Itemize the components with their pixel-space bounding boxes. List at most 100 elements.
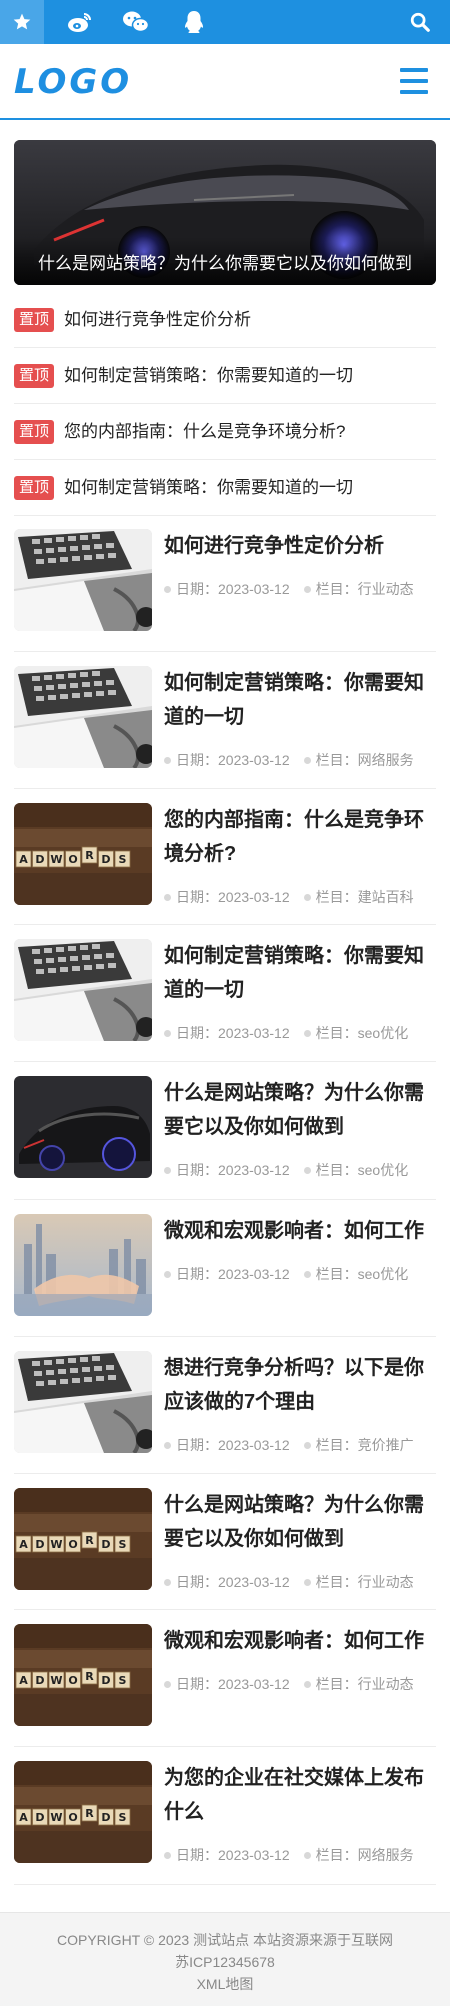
article-item[interactable]: A D W O R D S 微观和宏观影响者：如何工作 日期：2023-03-12 栏目：行业动态 [14,1610,436,1747]
article-title[interactable]: 如何进行竞争性定价分析 [164,529,436,563]
svg-text:D: D [35,1538,44,1551]
article-category[interactable]: seo优化 [358,1025,409,1041]
article-title[interactable]: 什么是网站策略？为什么你需要它以及你如何做到 [164,1488,436,1556]
article-item[interactable]: 如何制定营销策略：你需要知道的一切日期：2023-03-12 栏目：网络服务 [14,652,436,789]
hamburger-menu-icon[interactable] [400,68,428,94]
article-item[interactable]: A D W O R D S 为您的企业在社交媒体上发布什么 日期：2023-03-12 栏目：网络… [14,1747,436,1885]
banner-caption[interactable]: 什么是网站策略？为什么你需要它以及你如何做到 [14,253,436,275]
article-category[interactable]: seo优化 [358,1266,409,1282]
article-title[interactable]: 如何制定营销策略：你需要知道的一切 [164,666,436,734]
adwords-photo[interactable]: ADWORDS [14,1488,152,1590]
calendar-dot-icon [164,1166,171,1174]
pinned-item[interactable]: 置顶 如何进行竞争性定价分析 [14,292,436,348]
category-label: 栏目： [315,889,358,905]
svg-text:S: S [119,1674,127,1687]
category-label: 栏目： [315,1162,358,1178]
search-icon[interactable] [398,0,442,44]
top-bar [0,0,450,44]
article-item[interactable]: A D W O R D S 您的内部指南：什么是竞争环境分析? 日期：2023-03-12 栏目：… [14,789,436,925]
date-label: 日期： [176,1162,218,1178]
article-item[interactable]: 微观和宏观影响者：如何工作 日期：2023-03-12 栏目：seo优化 [14,1200,436,1337]
category-dot-icon [303,1680,311,1688]
category-label: 栏目： [315,752,358,768]
pinned-title[interactable]: 您的内部指南：什么是竞争环境分析? [64,418,345,446]
article-date: 2023-03-12 [218,1025,290,1041]
adwords-photo[interactable]: ADWORDS [14,1624,152,1726]
svg-text:W: W [50,1674,62,1687]
svg-text:R: R [85,849,94,862]
article-meta: 日期：2023-03-12 栏目：网络服务 [164,750,436,770]
svg-text:R: R [85,1807,94,1820]
svg-text:S: S [119,853,127,866]
article-title[interactable]: 微观和宏观影响者：如何工作 [164,1214,436,1248]
date-label: 日期： [176,1574,218,1590]
calendar-dot-icon [164,893,171,901]
article-item[interactable]: A D W O R D S 什么是网站策略？为什么你需要它以及你如何做到日期：2023-03-… [14,1474,436,1610]
date-label: 日期： [176,752,218,768]
pinned-title[interactable]: 如何进行竞争性定价分析 [64,306,251,334]
sitemap-link[interactable]: XML地图 [0,1973,450,1995]
article-category[interactable]: seo优化 [358,1162,409,1178]
pinned-title[interactable]: 如何制定营销策略：你需要知道的一切 [64,362,353,390]
article-title[interactable]: 微观和宏观影响者：如何工作 [164,1624,436,1658]
svg-text:O: O [68,1538,77,1551]
svg-text:S: S [119,1811,127,1824]
article-category[interactable]: 行业动态 [358,581,414,597]
svg-text:R: R [85,1534,94,1547]
handshake-photo[interactable] [14,1214,152,1316]
date-label: 日期： [176,889,218,905]
qq-icon[interactable] [172,0,216,44]
article-category[interactable]: 行业动态 [358,1676,414,1692]
category-dot-icon [303,1441,311,1449]
article-meta: 日期：2023-03-12 栏目：竞价推广 [164,1435,436,1455]
category-label: 栏目： [315,1266,358,1282]
article-category[interactable]: 网络服务 [358,752,414,768]
hero-banner[interactable]: 什么是网站策略？为什么你需要它以及你如何做到 [14,140,436,285]
article-category[interactable]: 建站百科 [358,889,414,905]
wechat-icon[interactable] [114,0,158,44]
pinned-item[interactable]: 置顶 如何制定营销策略：你需要知道的一切 [14,460,436,516]
article-meta: 日期：2023-03-12 栏目：行业动态 [164,579,436,599]
article-title[interactable]: 为您的企业在社交媒体上发布什么 [164,1761,436,1829]
calendar-dot-icon [164,585,171,593]
laptop-photo[interactable] [14,1351,152,1453]
star-icon[interactable] [0,0,44,44]
article-category[interactable]: 行业动态 [358,1574,414,1590]
category-label: 栏目： [315,1847,358,1863]
article-item[interactable]: 想进行竞争分析吗？以下是你应该做的7个理由日期：2023-03-12 栏目：竞价推… [14,1337,436,1474]
article-title[interactable]: 您的内部指南：什么是竞争环境分析? [164,803,436,871]
laptop-photo[interactable] [14,939,152,1041]
category-dot-icon [303,756,311,764]
article-title[interactable]: 什么是网站策略？为什么你需要它以及你如何做到 [164,1076,436,1144]
pinned-item[interactable]: 置顶 您的内部指南：什么是竞争环境分析? [14,404,436,460]
adwords-photo[interactable]: ADWORDS [14,803,152,905]
site-logo[interactable]: LOGO [14,64,132,100]
laptop-photo[interactable] [14,666,152,768]
weibo-icon[interactable] [58,0,102,44]
pinned-item[interactable]: 置顶 如何制定营销策略：你需要知道的一切 [14,348,436,404]
pinned-title[interactable]: 如何制定营销策略：你需要知道的一切 [64,474,353,502]
pinned-badge: 置顶 [14,364,55,388]
article-item[interactable]: 如何制定营销策略：你需要知道的一切 日期：2023-03-12 栏目：seo优化 [14,925,436,1062]
date-label: 日期： [176,1437,218,1453]
category-dot-icon [303,1851,311,1859]
category-dot-icon [303,1166,311,1174]
category-label: 栏目： [315,1574,358,1590]
calendar-dot-icon [164,1270,171,1278]
svg-text:W: W [50,853,62,866]
article-date: 2023-03-12 [218,1574,290,1590]
car-photo[interactable] [14,1076,152,1178]
date-label: 日期： [176,581,218,597]
adwords-photo[interactable]: ADWORDS [14,1761,152,1863]
article-title[interactable]: 如何制定营销策略：你需要知道的一切 [164,939,436,1007]
article-category[interactable]: 竞价推广 [358,1437,414,1453]
article-date: 2023-03-12 [218,1162,290,1178]
icp-link[interactable]: 苏ICP12345678 [0,1951,450,1973]
article-title[interactable]: 想进行竞争分析吗？以下是你应该做的7个理由 [164,1351,436,1419]
article-category[interactable]: 网络服务 [358,1847,414,1863]
laptop-photo[interactable] [14,529,152,631]
svg-text:D: D [101,1538,110,1551]
svg-text:D: D [101,853,110,866]
article-item[interactable]: 如何进行竞争性定价分析日期：2023-03-12 栏目：行业动态 [14,515,436,652]
article-item[interactable]: 什么是网站策略？为什么你需要它以及你如何做到日期：2023-03-12 栏目：se… [14,1062,436,1200]
